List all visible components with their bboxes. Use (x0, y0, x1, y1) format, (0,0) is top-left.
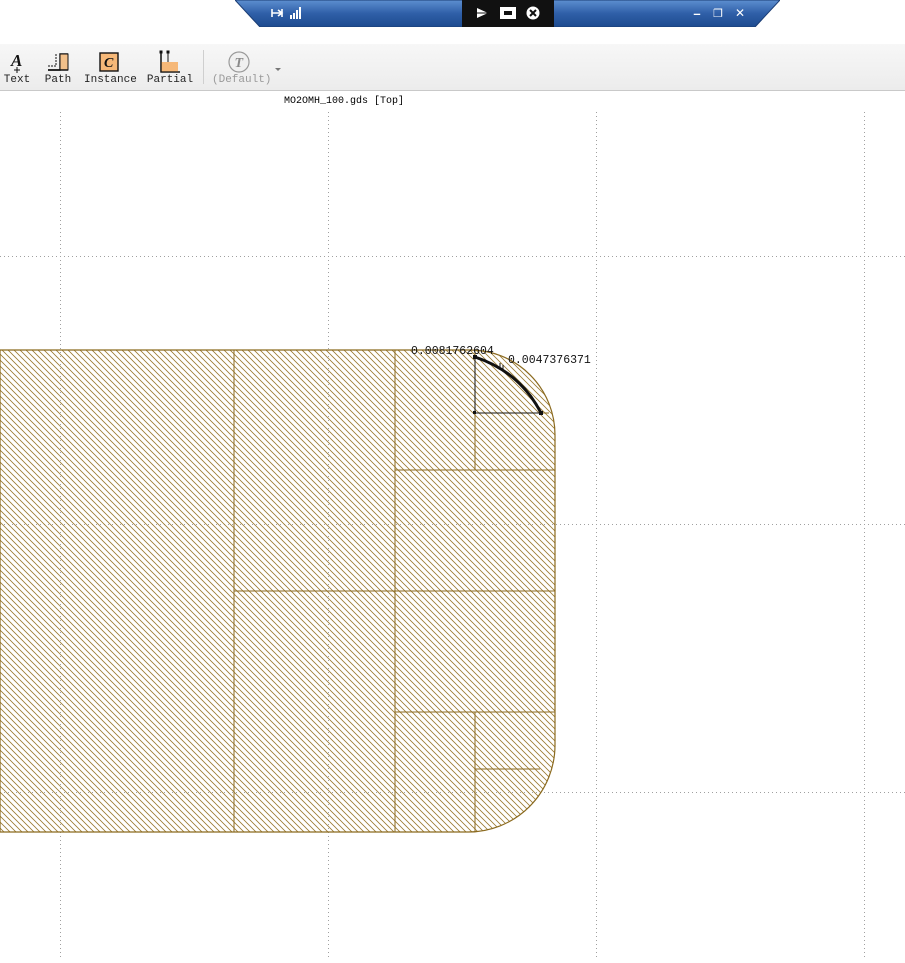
toolbar-separator (203, 50, 204, 84)
path-tool-label: Path (44, 74, 72, 86)
instance-tool-label: Instance (84, 74, 137, 86)
measurement-dy: 0.0047376371 (508, 354, 591, 367)
close-circle-icon[interactable] (525, 4, 541, 22)
restore-button[interactable]: ❐ (711, 4, 725, 22)
partial-tool-icon (159, 50, 180, 73)
svg-text:A: A (10, 51, 22, 70)
partial-tool-button[interactable]: Partial (146, 44, 194, 90)
default-text-style-icon: T (228, 51, 250, 73)
play-icon[interactable] (475, 4, 491, 22)
layout-canvas[interactable] (0, 92, 905, 958)
path-tool-icon (48, 53, 69, 71)
text-tool-icon: A (10, 51, 22, 73)
instance-tool-icon: C (99, 52, 119, 72)
text-tool-button[interactable]: A Text (0, 44, 34, 90)
pin-icon[interactable] (269, 4, 287, 22)
default-text-style-label: (Default) (212, 74, 272, 86)
default-text-style-button[interactable]: T (Default) (212, 44, 272, 90)
measurement-dx: 0.0081762604 (411, 345, 494, 358)
minimize-button[interactable]: – (690, 4, 704, 22)
drawing-toolbar: A Text Path C Instance Partial T (Defaul… (0, 44, 905, 91)
instance-tool-button[interactable]: C Instance (84, 44, 137, 90)
resize-icon[interactable] (499, 4, 517, 22)
layout-drawing (0, 110, 905, 958)
partial-tool-label: Partial (146, 74, 194, 86)
signal-icon (289, 4, 303, 22)
text-tool-label: Text (3, 74, 31, 86)
svg-text:T: T (235, 56, 245, 71)
window-close-button[interactable]: ✕ (733, 4, 747, 22)
remote-session-bar: – ❐ ✕ (235, 0, 780, 27)
document-title: MO2OMH_100.gds [Top] (284, 96, 405, 107)
path-tool-button[interactable]: Path (40, 44, 76, 90)
svg-text:C: C (104, 56, 114, 71)
dropdown-arrow-icon[interactable] (273, 61, 283, 71)
